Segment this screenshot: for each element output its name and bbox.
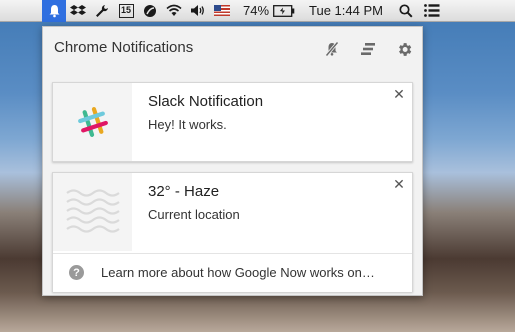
close-icon[interactable]: ✕ <box>392 87 406 101</box>
us-flag-icon[interactable] <box>210 0 234 22</box>
notification-footer[interactable]: ? Learn more about how Google Now works … <box>53 253 412 292</box>
notification-center-list-icon[interactable] <box>420 0 444 22</box>
battery-percent[interactable]: 74% <box>240 3 272 18</box>
notification-bell-icon[interactable] <box>42 0 66 22</box>
wifi-icon[interactable] <box>162 0 186 22</box>
notification-message: Current location <box>148 207 240 222</box>
notification-card[interactable]: 32° - Haze Current location ✕ ? Learn mo… <box>52 172 413 292</box>
gear-icon[interactable] <box>394 39 414 59</box>
slack-logo-icon <box>53 83 132 161</box>
notification-title: Slack Notification <box>148 93 264 110</box>
dropbox-icon[interactable] <box>66 0 90 22</box>
close-icon[interactable]: ✕ <box>392 177 406 191</box>
wrench-icon[interactable] <box>90 0 114 22</box>
search-icon[interactable] <box>394 0 418 22</box>
volume-icon[interactable] <box>186 0 210 22</box>
notification-card[interactable]: Slack Notification Hey! It works. ✕ <box>52 82 413 162</box>
notification-message: Hey! It works. <box>148 117 227 132</box>
clear-all-icon[interactable] <box>358 39 378 59</box>
chrome-notifications-panel: Chrome Notifications Slack Notification … <box>42 26 423 296</box>
menubar-clock[interactable]: Tue 1:44 PM <box>306 3 386 18</box>
panel-title: Chrome Notifications <box>54 39 194 56</box>
battery-icon[interactable] <box>272 0 296 22</box>
haze-weather-icon <box>53 173 132 251</box>
help-question-icon: ? <box>69 265 84 280</box>
menu-bar: 15 74% Tue 1:44 PM <box>0 0 515 22</box>
mute-bell-icon[interactable] <box>322 39 342 59</box>
learn-more-link[interactable]: Learn more about how Google Now works on… <box>101 265 375 280</box>
us-flag-shape <box>214 5 230 16</box>
calendar-icon[interactable]: 15 <box>114 0 138 22</box>
leaf-icon[interactable] <box>138 0 162 22</box>
panel-header: Chrome Notifications <box>43 27 422 71</box>
notification-title: 32° - Haze <box>148 183 220 200</box>
